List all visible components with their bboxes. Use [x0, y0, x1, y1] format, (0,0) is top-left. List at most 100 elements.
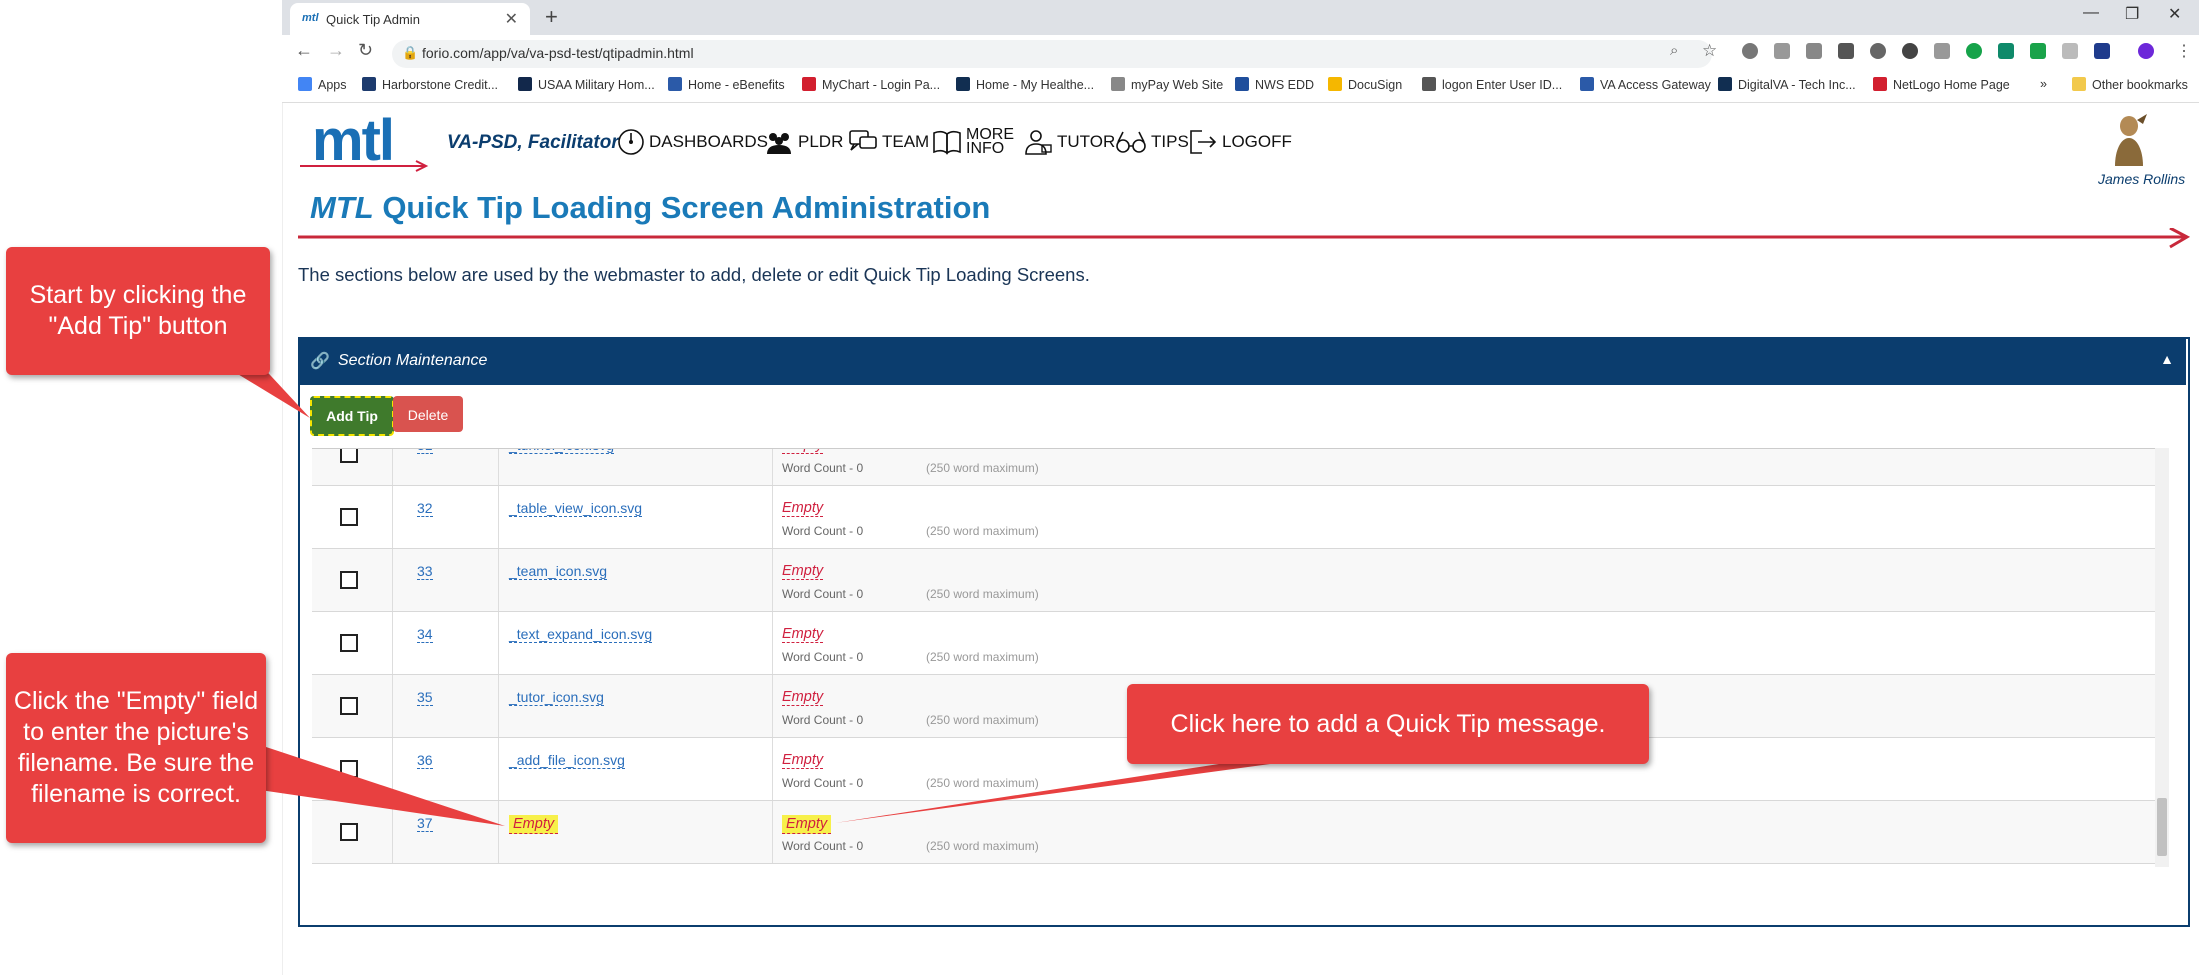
user-avatar[interactable] — [2107, 112, 2151, 168]
row-checkbox[interactable] — [340, 823, 358, 841]
url-text[interactable]: forio.com/app/va/va-psd-test/qtipadmin.h… — [422, 45, 694, 61]
zoom-search-icon[interactable]: ⌕ — [1670, 42, 1678, 59]
forward-icon[interactable]: → — [327, 40, 345, 61]
nav-team[interactable]: TEAM — [848, 128, 929, 156]
word-count: Word Count - 0 — [782, 713, 864, 727]
scrollbar-thumb[interactable] — [2157, 798, 2167, 856]
bookmark-item[interactable]: NWS EDD — [1235, 77, 1314, 92]
browser-tab[interactable]: mtl Quick Tip Admin ✕ — [290, 3, 530, 35]
callout-message: Click here to add a Quick Tip message. — [1127, 684, 1649, 764]
bookmark-label: MyChart - Login Pa... — [822, 78, 941, 92]
row-checkbox[interactable] — [340, 508, 358, 526]
nav-tutor[interactable]: TUTOR — [1023, 128, 1115, 156]
calendar-extension-icon[interactable] — [1774, 43, 1790, 59]
tip-number-field[interactable]: 33 — [417, 563, 433, 580]
browser-menu-icon[interactable]: ⋮ — [2176, 41, 2192, 61]
bookmark-item[interactable]: DigitalVA - Tech Inc... — [1718, 77, 1856, 92]
new-tab-icon[interactable]: + — [545, 4, 558, 30]
bing-extension-icon[interactable] — [1998, 43, 2014, 59]
tips-table: 31 _tunnel_icon.svg Empty Word Count - 0 (25… — [312, 448, 2155, 868]
nav-dashboards[interactable]: DASHBOARDS — [617, 128, 768, 156]
nav-label: LOGOFF — [1222, 132, 1292, 151]
row-checkbox[interactable] — [340, 697, 358, 715]
bookmark-star-icon[interactable]: ☆ — [1702, 41, 1717, 61]
panel-header[interactable]: 🔗 Section Maintenance ▲ — [300, 339, 2186, 385]
tip-message-field[interactable]: Empty — [782, 626, 824, 643]
filename-field[interactable]: _add_file_icon.svg — [509, 752, 625, 769]
nav-logoff[interactable]: LOGOFF — [1188, 128, 1292, 156]
nav-more-info[interactable]: MORE INFO — [932, 126, 1014, 157]
filename-field[interactable]: _tunnel_icon.svg — [509, 449, 615, 454]
link-icon: 🔗 — [310, 353, 330, 370]
tip-message-field[interactable]: Empty — [782, 449, 824, 454]
bookmark-item[interactable]: Home - My Healthe... — [956, 77, 1094, 92]
filename-field[interactable]: _table_view_icon.svg — [509, 500, 643, 517]
tab-favicon: mtl — [302, 12, 319, 24]
tip-number-field[interactable]: 36 — [417, 752, 433, 769]
tip-number-field[interactable]: 35 — [417, 689, 433, 706]
restore-icon[interactable]: ❐ — [2125, 4, 2139, 24]
tip-message-field[interactable]: Empty — [782, 752, 824, 769]
tip-number-field[interactable]: 34 — [417, 626, 433, 643]
filename-field[interactable]: _text_expand_icon.svg — [509, 626, 653, 643]
profile-avatar-icon[interactable] — [2138, 43, 2154, 59]
row-checkbox[interactable] — [340, 449, 358, 463]
word-count: Word Count - 0 — [782, 587, 864, 601]
bookmark-item[interactable]: MyChart - Login Pa... — [802, 77, 940, 92]
bookmark-item[interactable]: logon Enter User ID... — [1422, 77, 1562, 92]
bookmarks-overflow-icon[interactable]: » — [2040, 77, 2047, 91]
other-bookmarks-folder[interactable]: Other bookmarks — [2072, 77, 2188, 92]
column-divider — [772, 801, 773, 863]
bookmark-item[interactable]: USAA Military Hom... — [518, 77, 655, 92]
nav-tips[interactable]: TIPS — [1115, 128, 1189, 156]
reload-icon[interactable]: ↻ — [358, 40, 373, 61]
tip-message-field[interactable]: Empty — [782, 500, 824, 517]
bookmark-item[interactable]: Home - eBenefits — [668, 77, 785, 92]
extension-badge-icon[interactable] — [1966, 43, 1982, 59]
add-tip-button[interactable]: Add Tip — [310, 396, 394, 436]
nav-label: MORE INFO — [966, 126, 1014, 157]
extension-icon[interactable] — [1870, 43, 1886, 59]
bookmark-item[interactable]: myPay Web Site — [1111, 77, 1223, 92]
bookmark-favicon-icon — [1111, 77, 1125, 91]
lock-icon[interactable]: 🔒 — [402, 45, 418, 61]
tip-number-field[interactable]: 37 — [417, 815, 433, 832]
extension-icon[interactable] — [1902, 43, 1918, 59]
checkmark-extension-icon[interactable] — [2030, 43, 2046, 59]
column-divider — [772, 549, 773, 611]
window-close-icon[interactable]: ✕ — [2168, 4, 2181, 24]
doc-extension-icon[interactable] — [2062, 43, 2078, 59]
tip-message-field[interactable]: Empty — [782, 563, 824, 580]
filename-field[interactable]: Empty — [509, 815, 559, 834]
row-checkbox[interactable] — [340, 571, 358, 589]
user-name[interactable]: James Rollins — [2098, 171, 2185, 187]
extension-icon[interactable] — [1742, 43, 1758, 59]
nav-pldr[interactable]: PLDR — [764, 128, 843, 156]
bookmark-item[interactable]: NetLogo Home Page — [1873, 77, 2010, 92]
tip-message-field[interactable]: Empty — [782, 689, 824, 706]
row-checkbox[interactable] — [340, 760, 358, 778]
tip-number-field[interactable]: 31 — [417, 449, 433, 454]
tip-message-field[interactable]: Empty — [782, 815, 832, 834]
minimize-icon[interactable]: — — [2083, 4, 2099, 22]
tip-number-field[interactable]: 32 — [417, 500, 433, 517]
extension-icon[interactable] — [1806, 43, 1822, 59]
bookmark-item[interactable]: Harborstone Credit... — [362, 77, 498, 92]
grammarly-extension-icon[interactable] — [1838, 43, 1854, 59]
collapse-caret-icon[interactable]: ▲ — [2160, 351, 2174, 367]
filename-field[interactable]: _tutor_icon.svg — [509, 689, 604, 706]
bookmark-item[interactable]: Apps — [298, 77, 347, 92]
tab-close-icon[interactable]: ✕ — [505, 9, 518, 29]
table-row: 33 _team_icon.svg Empty Word Count - 0 (250 … — [312, 549, 2155, 612]
column-divider — [772, 486, 773, 548]
column-divider — [498, 449, 499, 485]
extension-icon[interactable] — [1934, 43, 1950, 59]
bookmark-item[interactable]: VA Access Gateway — [1580, 77, 1711, 92]
delete-button[interactable]: Delete — [393, 396, 463, 432]
back-icon[interactable]: ← — [295, 40, 313, 61]
zotero-extension-icon[interactable] — [2094, 43, 2110, 59]
filename-field[interactable]: _team_icon.svg — [509, 563, 608, 580]
word-count: Word Count - 0 — [782, 839, 864, 853]
bookmark-item[interactable]: DocuSign — [1328, 77, 1402, 92]
row-checkbox[interactable] — [340, 634, 358, 652]
